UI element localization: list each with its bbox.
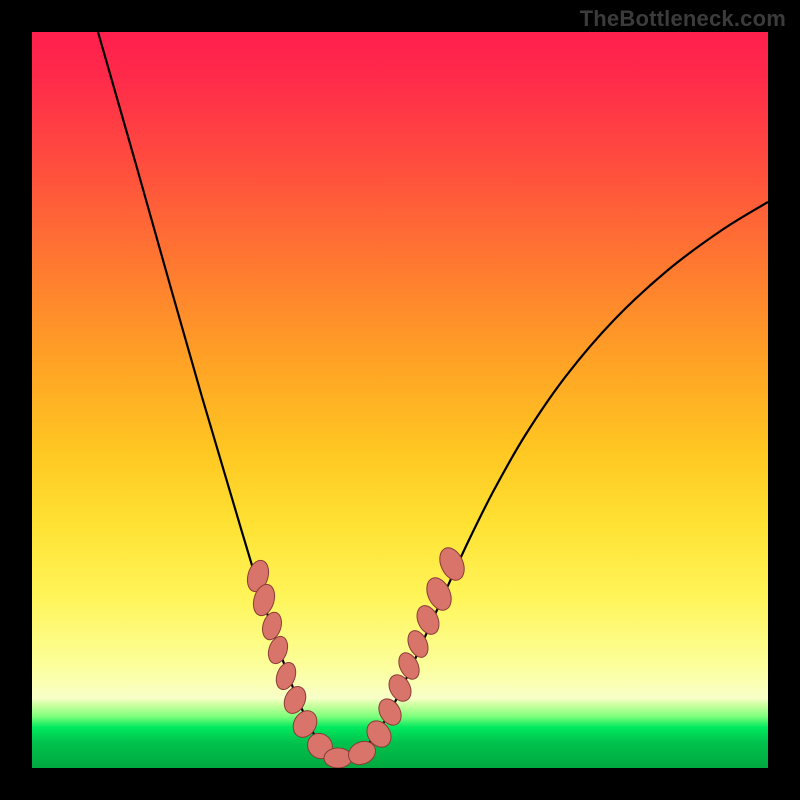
curve-left: [98, 32, 342, 762]
bead-markers: [244, 544, 469, 768]
chart-svg: [32, 32, 768, 768]
chart-plot-area: [32, 32, 768, 768]
chart-frame: TheBottleneck.com: [0, 0, 800, 800]
bead-marker: [324, 748, 352, 768]
watermark-text: TheBottleneck.com: [580, 6, 786, 32]
curve-right: [342, 202, 768, 762]
